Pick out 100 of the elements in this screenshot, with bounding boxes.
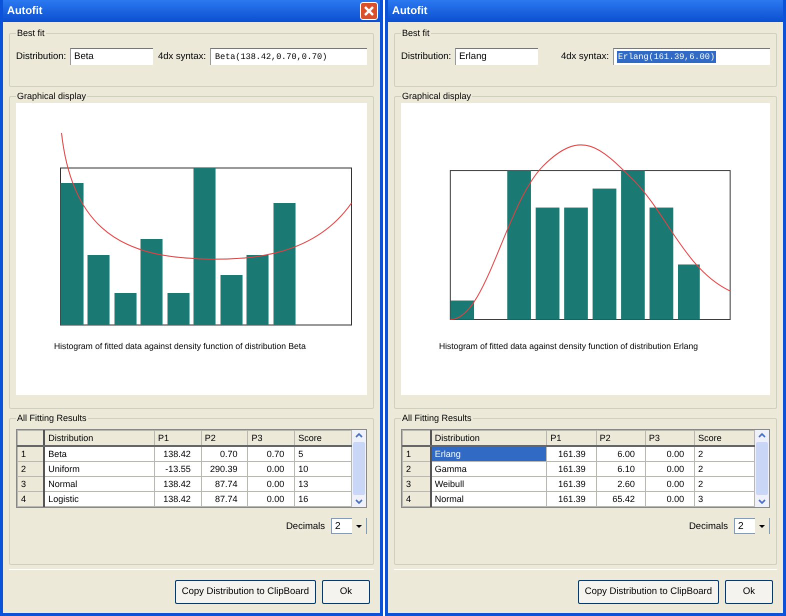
table-cell: 3 [694,492,754,506]
table-row[interactable]: 4 Normal 161.39 65.42 0.00 3 [402,492,754,506]
table-cell: 6.00 [596,446,646,462]
histogram-bar [114,293,136,325]
histogram-bar [450,300,474,320]
scroll-thumb[interactable] [353,442,365,495]
field-label: Distribution: [401,50,452,62]
table-cell: 0.00 [645,446,695,462]
table-cell: 2.60 [596,476,646,492]
table-cell: 65.42 [596,492,646,506]
table-cell: Normal [44,476,154,492]
table-cell: 6.10 [596,462,646,476]
histogram-bar [220,275,242,325]
table-cell: 161.39 [546,446,596,462]
table-cell: Uniform [44,462,154,476]
syntax-text: Erlang(161.39,6.00) [617,50,716,62]
group-label: All Fitting Results [401,413,473,423]
column-header[interactable]: Score [694,430,754,446]
table-cell: 2 [694,462,754,476]
dropdown-value: 2 [335,520,341,532]
column-header[interactable]: P1 [546,430,596,446]
table-row[interactable]: 4 Logistic 138.42 87.74 0.00 16 [18,492,352,506]
row-number: 4 [402,492,431,506]
distribution-field[interactable]: Beta [70,48,154,64]
table-cell: 0.70 [201,446,248,462]
row-number: 2 [402,462,431,476]
column-header[interactable]: P2 [596,430,646,446]
corner-cell [18,430,44,446]
ok-button[interactable]: Ok [322,580,370,604]
window-title: Autofit [392,5,428,17]
table-cell: 87.74 [201,492,248,506]
copy-button[interactable]: Copy Distribution to ClipBoard [578,580,719,604]
table-cell: 0.00 [248,476,295,492]
table-cell: 0.00 [645,476,695,492]
table-row[interactable]: 1 Erlang 161.39 6.00 0.00 2 [402,446,754,462]
table-cell: 0.00 [248,492,295,506]
distribution-field[interactable]: Erlang [455,48,538,64]
column-header[interactable]: Distribution [44,430,154,446]
column-header[interactable]: P3 [645,430,695,446]
row-number: 1 [18,446,44,462]
chart-caption: Histogram of fitted data against density function of distribution Erlang [438,341,699,351]
table-cell: 138.42 [154,446,202,462]
field-label: 4dx syntax: [158,50,206,62]
syntax-text: Beta(138.42,0.70,0.70) [214,50,328,62]
table-cell: 0.00 [645,462,695,476]
table-cell: 161.39 [546,476,596,492]
field-label: Distribution: [16,50,66,62]
column-header[interactable]: Score [294,430,352,446]
column-header[interactable]: P3 [248,430,295,446]
row-number: 2 [18,462,44,476]
copy-button[interactable]: Copy Distribution to ClipBoard [174,580,316,604]
table-cell: Logistic [44,492,154,506]
scrollbar[interactable] [755,430,769,507]
table-row[interactable]: 3 Weibull 161.39 2.60 0.00 2 [402,476,754,492]
group-label: Graphical display [16,91,88,101]
scroll-thumb[interactable] [756,442,768,495]
decimals-dropdown[interactable]: 2 [331,518,367,534]
table-cell: 290.39 [201,462,248,476]
table-row[interactable]: 2 Uniform -13.55 290.39 0.00 10 [18,462,352,476]
scroll-up-icon [353,430,365,440]
histogram-bar [168,293,190,325]
table-cell: Beta [44,446,154,462]
table-cell: Gamma [430,462,547,476]
scroll-down-icon [756,497,768,507]
table-row[interactable]: 3 Normal 138.42 87.74 0.00 13 [18,476,352,492]
group-label: Best fit [401,28,431,38]
dropdown-value: 2 [738,520,744,532]
table-row[interactable]: 1 Beta 138.42 0.70 0.70 5 [18,446,352,462]
corner-cell [402,430,431,446]
table-row[interactable]: 2 Gamma 161.39 6.10 0.00 2 [402,462,754,476]
table-cell: 0.00 [645,492,695,506]
scrollbar[interactable] [352,430,366,507]
row-number: 1 [402,446,431,462]
decimals-dropdown[interactable]: 2 [734,518,770,534]
table-cell: 0.00 [248,462,295,476]
table-cell: 16 [294,492,352,506]
group-label: Graphical display [401,91,472,101]
field-label: 4dx syntax: [560,50,609,62]
column-header[interactable]: P1 [154,430,202,446]
histogram-bar [88,255,110,325]
decimals-label: Decimals [286,520,325,532]
row-number: 4 [18,492,44,506]
scroll-up-icon [756,430,768,440]
scroll-down-icon [353,497,365,507]
column-header[interactable]: Distribution [430,430,547,446]
ok-button[interactable]: Ok [725,580,773,604]
group-label: Best fit [16,28,46,38]
syntax-field[interactable]: Erlang(161.39,6.00) [613,48,770,64]
table-cell: 0.70 [248,446,295,462]
syntax-field[interactable]: Beta(138.42,0.70,0.70) [210,48,367,64]
table-cell: Normal [430,492,547,506]
window-title: Autofit [7,5,42,17]
decimals-label: Decimals [688,520,728,532]
table-cell: 87.74 [201,476,248,492]
table-cell: Weibull [430,476,547,492]
column-header[interactable]: P2 [201,430,248,446]
table-cell: 138.42 [154,492,202,506]
chart-caption: Histogram of fitted data against density function of distribution Beta [53,341,307,351]
close-button[interactable] [360,2,378,20]
table-cell: 161.39 [546,462,596,476]
